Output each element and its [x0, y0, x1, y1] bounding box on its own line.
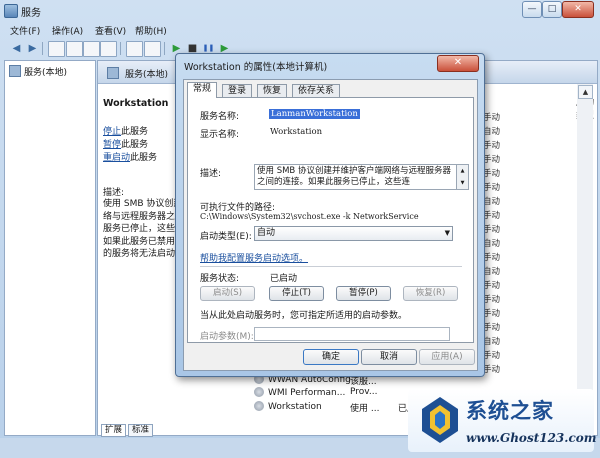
start-params-label: 启动参数(M):	[200, 332, 254, 342]
menu-help[interactable]: 帮助(H)	[135, 24, 167, 37]
startup-type-cell: 手动	[483, 169, 501, 179]
table-row[interactable]: WMI Performan... Prov...	[254, 387, 378, 401]
toolbar-separator	[120, 42, 121, 55]
properties-icon[interactable]	[144, 41, 161, 57]
refresh-icon[interactable]	[83, 41, 100, 57]
window-title: 服务	[21, 8, 41, 19]
startup-type-cell: 自动	[483, 337, 501, 347]
title-bar[interactable]: 服务 — □ ✕	[0, 0, 600, 20]
help-configure-link[interactable]: 帮助我配置服务启动选项。	[200, 251, 308, 264]
service-name-value[interactable]: LanmanWorkstation	[269, 109, 360, 119]
chevron-down-icon: ▼	[444, 229, 450, 237]
apply-button[interactable]: 应用(A)	[419, 349, 475, 365]
startup-type-cell: 自动	[483, 127, 501, 137]
watermark-url: www.Ghost123.com	[466, 431, 597, 445]
tab-recovery[interactable]: 恢复	[257, 84, 288, 98]
tab-dependencies[interactable]: 依存关系	[292, 84, 341, 98]
startup-type-cell: 自动	[483, 267, 501, 277]
back-arrow-icon[interactable]: ◀	[8, 41, 25, 57]
executable-path[interactable]: C:\Windows\System32\svchost.exe -k Netwo…	[200, 212, 419, 221]
start-params-input[interactable]	[254, 327, 450, 341]
restart-service-link[interactable]: 重启动此服务	[103, 150, 157, 163]
startup-type-cell: 手动	[483, 365, 501, 375]
start-button[interactable]: 启动(S)	[200, 286, 255, 301]
startup-type-cell: 手动	[483, 295, 501, 305]
watermark: 系统之家 www.Ghost123.com	[408, 389, 597, 452]
tree-item-services-local[interactable]: 服务(本地)	[9, 65, 67, 78]
startup-type-cell: 手动	[483, 141, 501, 151]
startup-type-cell: 手动	[483, 281, 501, 291]
console-tree: 服务(本地)	[4, 60, 96, 436]
help-icon[interactable]	[126, 41, 143, 57]
service-name-label: 服务名称:	[200, 112, 240, 122]
selected-service-title: Workstation	[103, 98, 169, 109]
table-row[interactable]: Workstation 使用 ... 已启动	[254, 401, 425, 415]
display-name-label: 显示名称:	[200, 130, 240, 140]
general-tab-panel: 服务名称: LanmanWorkstation 显示名称: Workstatio…	[187, 97, 474, 343]
service-gear-icon	[254, 401, 264, 411]
cancel-button[interactable]: 取消	[361, 349, 417, 365]
services-app-icon	[4, 4, 18, 18]
tab-general[interactable]: 常规	[187, 82, 218, 98]
toolbar-separator	[164, 42, 165, 55]
start-params-note: 当从此处启动服务时，您可指定所适用的启动参数。	[200, 311, 408, 321]
startup-type-cell: 自动	[483, 197, 501, 207]
dialog-close-button[interactable]: ✕	[437, 55, 479, 72]
properties-dialog: Workstation 的属性(本地计算机) ✕ 常规 登录 恢复 依存关系 服…	[175, 53, 485, 377]
stop-service-link[interactable]: 停止此服务	[103, 124, 148, 137]
vertical-scrollbar[interactable]: ▲ ▼	[577, 84, 593, 434]
display-name-value[interactable]: Workstation	[270, 127, 322, 137]
description-scroll-icon[interactable]: ▲ ▼	[456, 164, 469, 190]
watermark-title: 系统之家	[466, 398, 554, 423]
menu-bar: 文件(F) 操作(A) 查看(V) 帮助(H)	[0, 22, 600, 38]
site-logo-icon	[422, 397, 458, 443]
startup-type-cell: 手动	[483, 351, 501, 361]
forward-arrow-icon[interactable]: ▶	[24, 41, 41, 57]
resume-button[interactable]: 恢复(R)	[403, 286, 458, 301]
toolbar-separator	[42, 42, 43, 55]
divider	[200, 266, 462, 267]
services-icon	[9, 65, 21, 77]
menu-view[interactable]: 查看(V)	[95, 24, 126, 37]
export-list-icon[interactable]	[100, 41, 117, 57]
minimize-button[interactable]: —	[522, 1, 542, 18]
scroll-up-icon[interactable]: ▲	[578, 85, 593, 99]
console-tree-icon[interactable]	[48, 41, 65, 57]
startup-type-cell: 手动	[483, 253, 501, 263]
description-label: 描述:	[103, 188, 125, 198]
description-label: 描述:	[200, 169, 222, 179]
startup-type-cell: 手动	[483, 113, 501, 123]
stop-button[interactable]: 停止(T)	[269, 286, 324, 301]
dialog-title: Workstation 的属性(本地计算机)	[184, 62, 328, 73]
tab-standard[interactable]: 标准	[128, 424, 154, 437]
menu-action[interactable]: 操作(A)	[52, 24, 83, 37]
service-status-label: 服务状态:	[200, 274, 240, 284]
dialog-body: 常规 登录 恢复 依存关系 服务名称: LanmanWorkstation 显示…	[183, 79, 478, 371]
ok-button[interactable]: 确定	[303, 349, 359, 365]
startup-type-select[interactable]: 自动 ▼	[254, 226, 453, 241]
startup-type-cell: 手动	[483, 183, 501, 193]
service-gear-icon	[254, 387, 264, 397]
startup-type-cell: 手动	[483, 225, 501, 235]
list-view-icon[interactable]	[66, 41, 83, 57]
pause-button[interactable]: 暂停(P)	[336, 286, 391, 301]
startup-type-cell: 自动	[483, 239, 501, 249]
pause-service-link[interactable]: 暂停此服务	[103, 137, 148, 150]
menu-file[interactable]: 文件(F)	[10, 24, 40, 37]
startup-type-cell: 手动	[483, 155, 501, 165]
services-icon	[107, 67, 119, 79]
startup-type-cell: 手动	[483, 211, 501, 221]
pane-header-title: 服务(本地)	[125, 70, 169, 80]
service-status-value: 已启动	[270, 274, 298, 284]
startup-type-label: 启动类型(E):	[200, 232, 252, 242]
startup-type-cell: 手动	[483, 309, 501, 319]
startup-type-cell: 手动	[483, 323, 501, 333]
description-text: 使用 SMB 协议创建 络与远程服务器之 服务已停止，这些 如果此服务已禁用 的…	[103, 199, 183, 259]
tab-extended[interactable]: 扩展	[101, 424, 127, 437]
tab-logon[interactable]: 登录	[222, 84, 253, 98]
maximize-button[interactable]: □	[542, 1, 562, 18]
tree-item-label: 服务(本地)	[24, 68, 68, 78]
description-box[interactable]: 使用 SMB 协议创建并维护客户端网络与远程服务器之间的连接。如果此服务已停止，…	[254, 164, 457, 190]
close-button[interactable]: ✕	[562, 1, 594, 18]
